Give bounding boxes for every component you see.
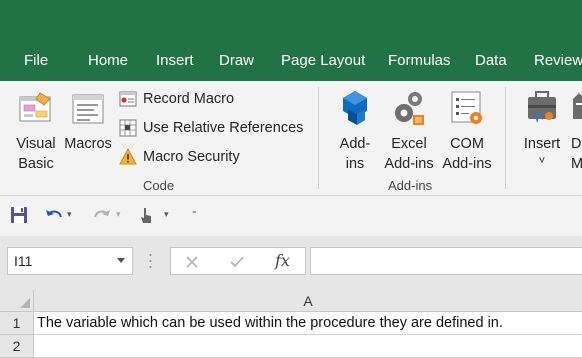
insert-dropdown-chevron: ˅ xyxy=(538,155,546,167)
design-mode-button[interactable]: D M xyxy=(568,89,582,174)
addins-group-label: Add-ins xyxy=(388,178,433,193)
quick-access-toolbar: ▾ ▾ ▾ ⁼ xyxy=(0,196,582,236)
select-all-corner[interactable] xyxy=(0,290,34,312)
tab-insert[interactable]: Insert xyxy=(156,52,194,69)
touch-dropdown-icon[interactable]: ▾ xyxy=(164,209,169,220)
excel-addins-gear-icon xyxy=(395,92,424,125)
cell-a2[interactable] xyxy=(34,335,582,358)
excel-addins-button[interactable]: Excel Add-ins xyxy=(380,89,438,174)
formula-input[interactable] xyxy=(310,247,582,275)
macro-security-label: Macro Security xyxy=(143,149,240,165)
record-macro-label: Record Macro xyxy=(143,91,235,107)
insert-controls-label: Insert xyxy=(523,136,561,152)
formula-buttons: fx xyxy=(170,247,306,275)
design-mode-label-2: M xyxy=(571,156,582,172)
name-box-value: I11 xyxy=(14,253,33,269)
ribbon-developer: Visual Basic Macros Record Macro Use Rel… xyxy=(0,81,582,196)
save-icon[interactable] xyxy=(10,206,28,224)
design-mode-icon xyxy=(573,93,582,119)
tab-draw[interactable]: Draw xyxy=(219,52,254,69)
com-addins-label-2: Add-ins xyxy=(442,156,492,172)
row-header-1[interactable]: 1 xyxy=(0,312,34,335)
tab-formulas[interactable]: Formulas xyxy=(388,52,451,69)
com-addins-icon xyxy=(451,91,482,124)
touch-mode-icon[interactable] xyxy=(138,206,156,226)
tab-review[interactable]: Review xyxy=(534,52,582,69)
name-box-dropdown-icon[interactable] xyxy=(117,258,125,263)
insert-controls-button[interactable]: Insert ˅ xyxy=(516,89,568,168)
macros-icon xyxy=(72,94,104,124)
column-header-a[interactable]: A xyxy=(34,290,582,312)
warning-icon xyxy=(119,148,137,165)
visual-basic-button[interactable]: Visual Basic xyxy=(10,89,62,174)
formula-bar-area: I11 fx xyxy=(0,236,582,290)
com-addins-button[interactable]: COM Add-ins xyxy=(438,89,496,174)
worksheet-grid: A 1 The variable which can be used withi… xyxy=(0,290,582,358)
function-fx-icon[interactable]: fx xyxy=(275,251,290,270)
excel-addins-label-1: Excel xyxy=(391,136,427,152)
tab-file[interactable]: File xyxy=(24,52,48,69)
visual-basic-label-1: Visual xyxy=(16,136,56,152)
select-all-triangle xyxy=(20,298,30,308)
record-macro-icon xyxy=(119,91,137,107)
visual-basic-label-2: Basic xyxy=(18,156,54,172)
cell-a1[interactable]: The variable which can be used within th… xyxy=(34,312,582,335)
name-box[interactable]: I11 xyxy=(7,247,133,275)
title-bar: File Home Insert Draw Page Layout Formul… xyxy=(0,0,582,81)
excel-addins-label-2: Add-ins xyxy=(384,156,434,172)
addins-button[interactable]: Add- ins xyxy=(332,89,378,174)
record-macro-button[interactable]: Record Macro xyxy=(119,88,234,110)
addins-label-2: ins xyxy=(345,156,365,172)
redo-icon[interactable] xyxy=(92,206,112,226)
tab-data[interactable]: Data xyxy=(475,52,507,69)
customize-qat-icon[interactable]: ⁼ xyxy=(192,209,197,220)
addins-icon xyxy=(343,91,367,125)
tab-home[interactable]: Home xyxy=(88,52,128,69)
ribbon-separator xyxy=(505,87,506,189)
use-relative-references-label: Use Relative References xyxy=(143,120,304,136)
design-mode-label-1: D xyxy=(571,136,582,152)
addins-label-1: Add- xyxy=(339,136,371,152)
undo-dropdown-icon[interactable]: ▾ xyxy=(67,209,72,220)
undo-icon[interactable] xyxy=(44,206,64,226)
macros-button[interactable]: Macros xyxy=(62,89,114,154)
code-group-label: Code xyxy=(143,178,175,193)
redo-dropdown-icon[interactable]: ▾ xyxy=(116,209,121,220)
tab-page-layout[interactable]: Page Layout xyxy=(281,52,365,69)
insert-controls-icon xyxy=(528,91,556,123)
macro-security-button[interactable]: Macro Security xyxy=(119,146,240,168)
formula-bar-grip-icon[interactable] xyxy=(149,253,152,269)
enter-check-icon[interactable] xyxy=(229,255,245,269)
macros-label: Macros xyxy=(64,136,112,152)
visual-basic-icon xyxy=(19,92,51,122)
use-relative-references-button[interactable]: Use Relative References xyxy=(119,117,303,139)
com-addins-label-1: COM xyxy=(450,136,484,152)
row-header-2[interactable]: 2 xyxy=(0,335,34,358)
ribbon-separator xyxy=(318,87,319,189)
relative-references-icon xyxy=(119,119,137,137)
cancel-x-icon[interactable] xyxy=(185,255,199,269)
